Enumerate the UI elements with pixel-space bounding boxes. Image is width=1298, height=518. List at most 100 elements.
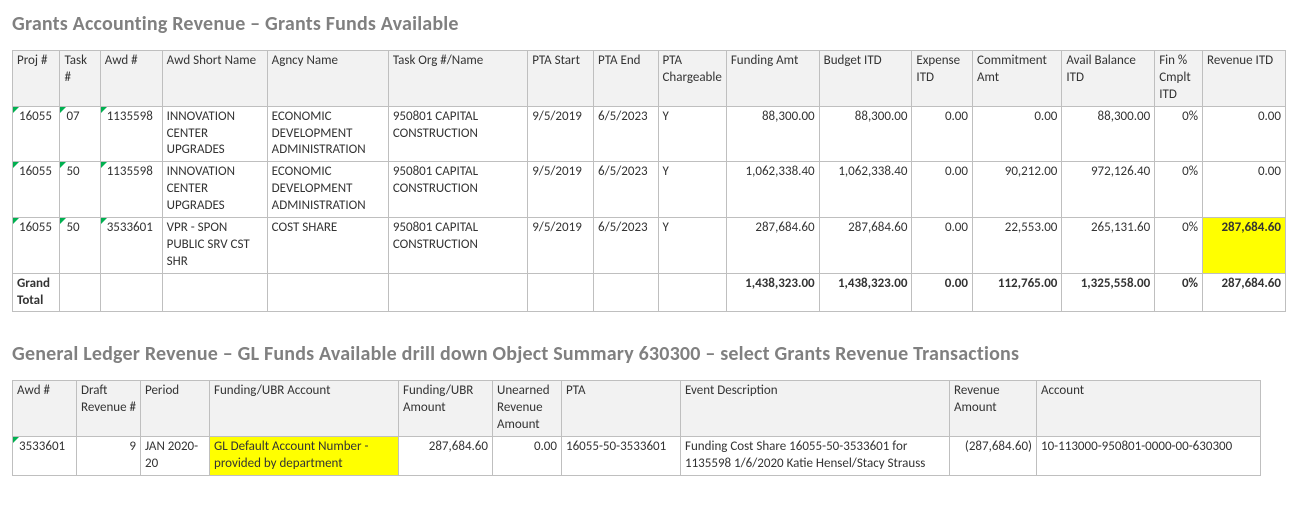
table-header-row: Awd # Draft Revenue # Period Funding/UBR… bbox=[13, 381, 1261, 437]
col-expense: Expense ITD bbox=[912, 51, 973, 107]
cell: 88,300.00 bbox=[819, 106, 912, 162]
cell: COST SHARE bbox=[267, 218, 388, 274]
cell: 265,131.60 bbox=[1062, 218, 1155, 274]
cell: 0.00 bbox=[1203, 162, 1286, 218]
col-task: Task # bbox=[60, 51, 100, 107]
col-awd: Awd # bbox=[100, 51, 162, 107]
cell: 1,062,338.40 bbox=[726, 162, 819, 218]
cell: 16055-50-3533601 bbox=[562, 437, 681, 476]
cell: 16055 bbox=[13, 106, 60, 162]
cell: 0% bbox=[1155, 218, 1203, 274]
cell: 16055 bbox=[13, 218, 60, 274]
cell: 50 bbox=[60, 218, 100, 274]
cell: Grand Total bbox=[13, 273, 60, 312]
section1-title: Grants Accounting Revenue – Grants Funds… bbox=[12, 12, 1286, 36]
col-pta-end: PTA End bbox=[594, 51, 658, 107]
cell: 9/5/2019 bbox=[528, 106, 594, 162]
cell: 0.00 bbox=[912, 273, 973, 312]
table-row: 35336019JAN 2020-20GL Default Account Nu… bbox=[13, 437, 1261, 476]
grand-total-row: Grand Total1,438,323.001,438,323.000.001… bbox=[13, 273, 1286, 312]
cell: 3533601 bbox=[100, 218, 162, 274]
cell: 287,684.60 bbox=[726, 218, 819, 274]
cell: ECONOMIC DEVELOPMENT ADMINISTRATION bbox=[267, 162, 388, 218]
col-period: Period bbox=[141, 381, 210, 437]
section2-title: General Ledger Revenue – GL Funds Availa… bbox=[12, 342, 1286, 366]
cell: 10-113000-950801-0000-00-630300 bbox=[1037, 437, 1261, 476]
cell: 9 bbox=[77, 437, 141, 476]
col-unearned: Unearned Revenue Amount bbox=[493, 381, 562, 437]
cell: 0.00 bbox=[493, 437, 562, 476]
cell: 0.00 bbox=[912, 106, 973, 162]
cell: 50 bbox=[60, 162, 100, 218]
cell: 16055 bbox=[13, 162, 60, 218]
cell: INNOVATION CENTER UPGRADES bbox=[162, 106, 267, 162]
cell: 1,438,323.00 bbox=[726, 273, 819, 312]
cell bbox=[594, 273, 658, 312]
col-fin: Fin % Cmplt ITD bbox=[1155, 51, 1203, 107]
cell: 9/5/2019 bbox=[528, 162, 594, 218]
cell: 0% bbox=[1155, 162, 1203, 218]
cell: 950801 CAPITAL CONSTRUCTION bbox=[388, 162, 527, 218]
grants-funds-table: Proj # Task # Awd # Awd Short Name Agncy… bbox=[12, 50, 1286, 312]
cell: 950801 CAPITAL CONSTRUCTION bbox=[388, 218, 527, 274]
col-event: Event Description bbox=[681, 381, 950, 437]
col-awd-short: Awd Short Name bbox=[162, 51, 267, 107]
cell: 0% bbox=[1155, 106, 1203, 162]
col-proj: Proj # bbox=[13, 51, 60, 107]
cell: 6/5/2023 bbox=[594, 162, 658, 218]
cell bbox=[658, 273, 726, 312]
cell: 90,212.00 bbox=[973, 162, 1062, 218]
cell: ECONOMIC DEVELOPMENT ADMINISTRATION bbox=[267, 106, 388, 162]
col-rev: Revenue ITD bbox=[1203, 51, 1286, 107]
cell: 0% bbox=[1155, 273, 1203, 312]
cell: 88,300.00 bbox=[1062, 106, 1155, 162]
col-pta-start: PTA Start bbox=[528, 51, 594, 107]
cell: 972,126.40 bbox=[1062, 162, 1155, 218]
cell: GL Default Account Number - provided by … bbox=[210, 437, 399, 476]
cell: 287,684.60 bbox=[399, 437, 493, 476]
cell: 22,553.00 bbox=[973, 218, 1062, 274]
cell: Y bbox=[658, 162, 726, 218]
cell: 6/5/2023 bbox=[594, 106, 658, 162]
col-budget: Budget ITD bbox=[819, 51, 912, 107]
table-row: 16055071135598INNOVATION CENTER UPGRADES… bbox=[13, 106, 1286, 162]
cell: 287,684.60 bbox=[1203, 218, 1286, 274]
cell: (287,684.60) bbox=[950, 437, 1037, 476]
col-commit: Commitment Amt bbox=[973, 51, 1062, 107]
cell: 1,438,323.00 bbox=[819, 273, 912, 312]
cell bbox=[60, 273, 100, 312]
cell: 88,300.00 bbox=[726, 106, 819, 162]
cell: Y bbox=[658, 218, 726, 274]
cell bbox=[100, 273, 162, 312]
cell: 287,684.60 bbox=[1203, 273, 1286, 312]
cell: 6/5/2023 bbox=[594, 218, 658, 274]
cell: INNOVATION CENTER UPGRADES bbox=[162, 162, 267, 218]
cell: JAN 2020-20 bbox=[141, 437, 210, 476]
cell: 287,684.60 bbox=[819, 218, 912, 274]
col-awd2: Awd # bbox=[13, 381, 77, 437]
cell: 950801 CAPITAL CONSTRUCTION bbox=[388, 106, 527, 162]
col-avail: Avail Balance ITD bbox=[1062, 51, 1155, 107]
cell bbox=[162, 273, 267, 312]
col-ubr-amt: Funding/UBR Amount bbox=[399, 381, 493, 437]
cell: 1135598 bbox=[100, 162, 162, 218]
cell: 9/5/2019 bbox=[528, 218, 594, 274]
table-row: 16055501135598INNOVATION CENTER UPGRADES… bbox=[13, 162, 1286, 218]
table-row: 16055503533601VPR - SPON PUBLIC SRV CST … bbox=[13, 218, 1286, 274]
cell: Y bbox=[658, 106, 726, 162]
cell: 07 bbox=[60, 106, 100, 162]
cell: 1,062,338.40 bbox=[819, 162, 912, 218]
cell: 112,765.00 bbox=[973, 273, 1062, 312]
cell bbox=[388, 273, 527, 312]
cell bbox=[267, 273, 388, 312]
cell: 1135598 bbox=[100, 106, 162, 162]
col-funding: Funding Amt bbox=[726, 51, 819, 107]
col-task-org: Task Org #/Name bbox=[388, 51, 527, 107]
col-pta2: PTA bbox=[562, 381, 681, 437]
col-draft: Draft Revenue # bbox=[77, 381, 141, 437]
cell: 0.00 bbox=[912, 218, 973, 274]
cell: 3533601 bbox=[13, 437, 77, 476]
col-pta-c: PTA Chargeable bbox=[658, 51, 726, 107]
cell: 0.00 bbox=[973, 106, 1062, 162]
cell: VPR - SPON PUBLIC SRV CST SHR bbox=[162, 218, 267, 274]
